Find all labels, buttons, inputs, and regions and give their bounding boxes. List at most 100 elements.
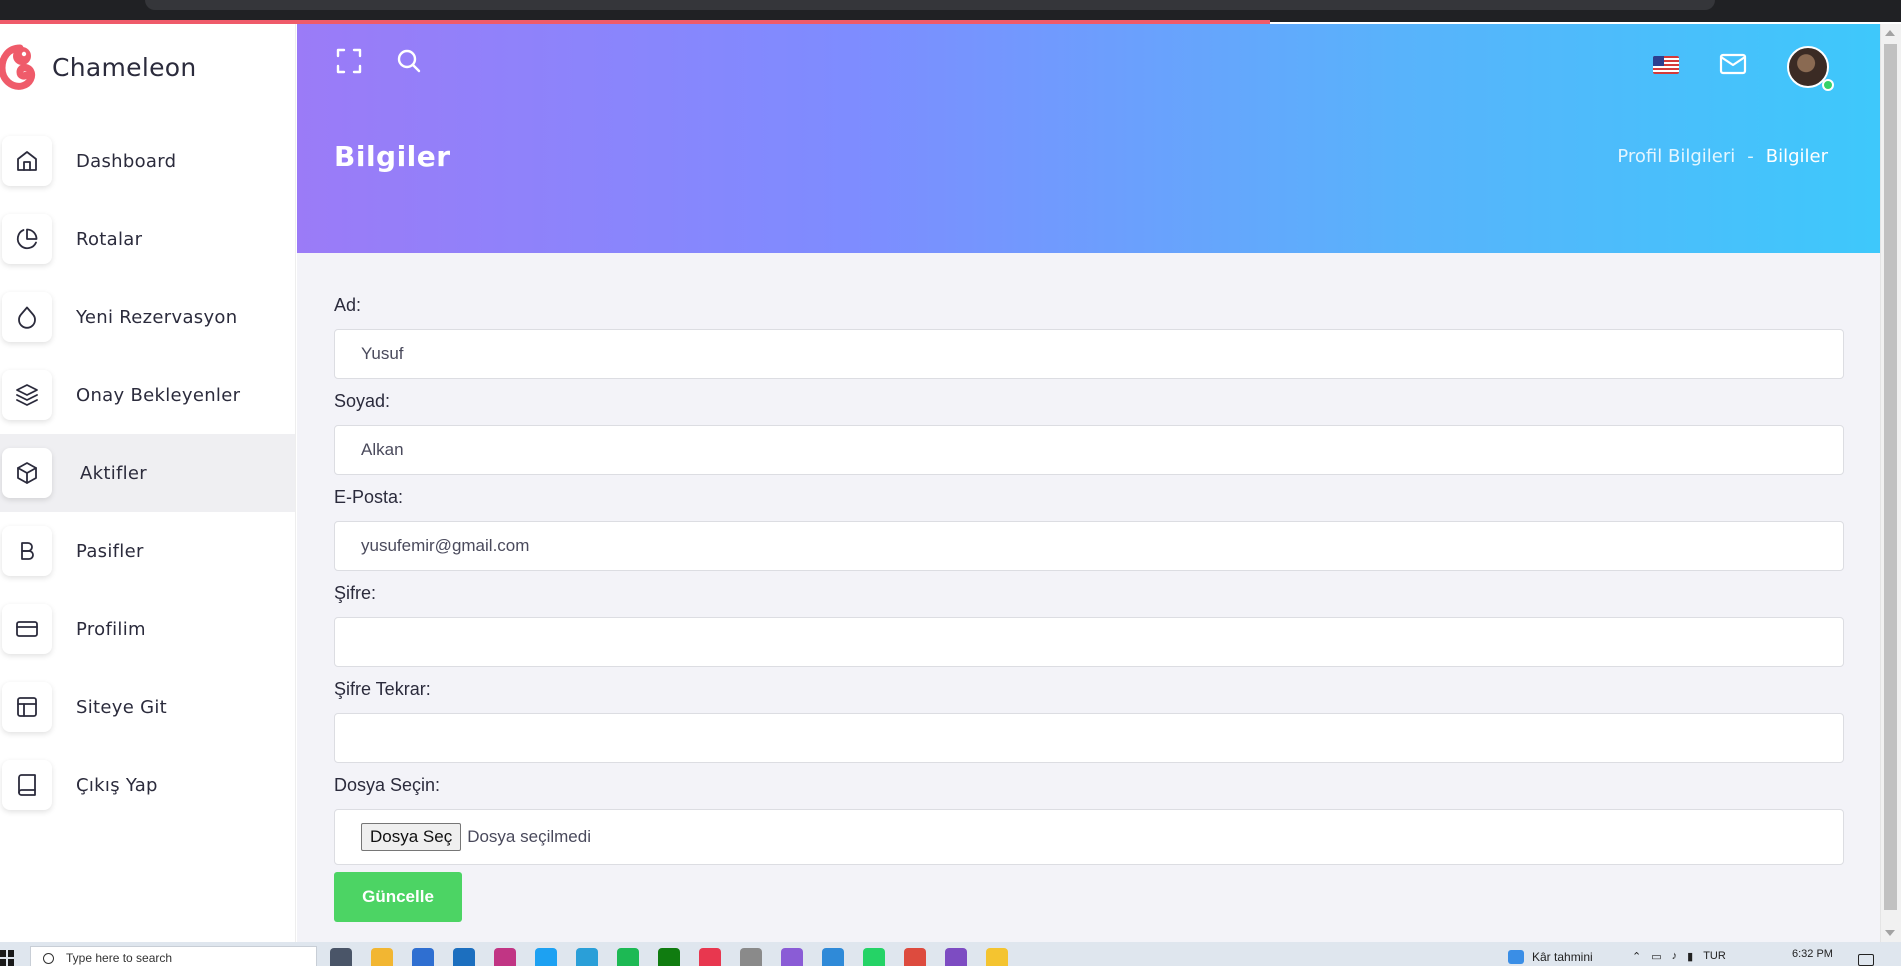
search-icon xyxy=(397,49,421,73)
battery-icon[interactable]: ▮ xyxy=(1687,950,1693,963)
taskbar-search-placeholder: Type here to search xyxy=(66,951,173,965)
email-label: E-Posta: xyxy=(334,487,404,507)
search-button[interactable] xyxy=(394,46,424,76)
task-view-icon[interactable] xyxy=(330,948,352,966)
sidebar-item-siteye-git[interactable]: Siteye Git xyxy=(0,668,295,746)
twitter-icon[interactable] xyxy=(535,948,557,966)
breadcrumb: Profil Bilgileri - Bilgiler xyxy=(1617,146,1828,167)
profile-form: Ad: Soyad: E-Posta: Şifre: Şifre Tekrar:… xyxy=(297,253,1880,942)
snipping-tool-icon[interactable] xyxy=(740,948,762,966)
weather-text: Kâr tahmini xyxy=(1532,950,1593,964)
search-icon xyxy=(43,952,54,964)
email-input[interactable] xyxy=(334,521,1844,571)
windows-start-icon[interactable] xyxy=(0,950,14,966)
mail-button[interactable] xyxy=(1719,52,1747,76)
notification-icon[interactable] xyxy=(1858,954,1874,966)
chameleon-logo-icon xyxy=(0,44,36,90)
sidebar-item-cikis-yap[interactable]: Çıkış Yap xyxy=(0,746,295,824)
sidebar-item-label: Profilim xyxy=(76,618,146,640)
sidebar-item-aktifler[interactable]: Aktifler xyxy=(0,434,295,512)
book-icon xyxy=(18,774,36,796)
password-repeat-label: Şifre Tekrar: xyxy=(334,679,431,699)
mail-icon xyxy=(1719,53,1747,75)
browser-chrome xyxy=(0,0,1901,22)
update-button[interactable]: Güncelle xyxy=(334,872,462,922)
password-input[interactable] xyxy=(334,617,1844,667)
whatsapp-icon[interactable] xyxy=(863,948,885,966)
sidebar-item-label: Çıkış Yap xyxy=(76,774,158,796)
sidebar-item-dashboard[interactable]: Dashboard xyxy=(0,122,295,200)
droplet-icon xyxy=(18,306,36,329)
sidebar-item-label: Pasifler xyxy=(76,540,144,562)
sidebar-item-label: Aktifler xyxy=(80,462,148,484)
credit-card-icon xyxy=(16,621,38,637)
outlook-icon[interactable] xyxy=(453,948,475,966)
last-name-input[interactable] xyxy=(334,425,1844,475)
last-name-label: Soyad: xyxy=(334,391,391,411)
breadcrumb-separator: - xyxy=(1747,146,1754,167)
folder-icon[interactable] xyxy=(986,948,1008,966)
file-explorer-icon[interactable] xyxy=(371,948,393,966)
first-name-input[interactable] xyxy=(334,329,1844,379)
breadcrumb-parent[interactable]: Profil Bilgileri xyxy=(1617,146,1735,167)
telegram-icon[interactable] xyxy=(576,948,598,966)
language-indicator[interactable]: TUR xyxy=(1703,950,1726,963)
brand[interactable]: Chameleon xyxy=(0,42,197,92)
scrollbar-thumb[interactable] xyxy=(1884,44,1897,910)
layout-icon xyxy=(17,697,37,717)
chrome-icon[interactable] xyxy=(904,948,926,966)
pie-chart-icon xyxy=(16,228,38,250)
sidebar-item-rotalar[interactable]: Rotalar xyxy=(0,200,295,278)
address-bar[interactable] xyxy=(145,0,1715,10)
opera-icon[interactable] xyxy=(699,948,721,966)
visual-studio-2-icon[interactable] xyxy=(945,948,967,966)
weather-icon xyxy=(1508,950,1524,964)
visual-studio-icon[interactable] xyxy=(781,948,803,966)
instagram-icon[interactable] xyxy=(494,948,516,966)
scroll-up-arrow-icon[interactable] xyxy=(1885,30,1895,36)
layers-icon xyxy=(16,384,38,406)
online-status-dot xyxy=(1822,79,1834,91)
sidebar-item-label: Onay Bekleyenler xyxy=(76,384,241,406)
tray-chevron-icon[interactable]: ⌃ xyxy=(1632,950,1641,963)
volume-icon[interactable]: ♪ xyxy=(1672,950,1678,963)
page-header: Bilgiler Profil Bilgileri - Bilgiler xyxy=(297,24,1880,253)
sidebar-item-pasifler[interactable]: Pasifler xyxy=(0,512,295,590)
network-icon[interactable]: ▭ xyxy=(1651,950,1661,963)
fullscreen-button[interactable] xyxy=(334,46,364,76)
taskbar-weather[interactable]: Kâr tahmini xyxy=(1508,950,1593,964)
first-name-label: Ad: xyxy=(334,295,362,315)
sidebar-nav: Dashboard Rotalar Yeni Rezervasyon Onay … xyxy=(0,122,295,824)
scroll-down-arrow-icon[interactable] xyxy=(1885,930,1895,936)
taskbar-search[interactable]: Type here to search xyxy=(30,946,317,966)
xbox-icon[interactable] xyxy=(658,948,680,966)
file-status-text: Dosya seçilmedi xyxy=(467,827,591,846)
sidebar-item-label: Yeni Rezervasyon xyxy=(76,306,238,328)
file-label: Dosya Seçin: xyxy=(334,775,441,795)
spotify-icon[interactable] xyxy=(617,948,639,966)
sidebar-item-label: Rotalar xyxy=(76,228,143,250)
page-title: Bilgiler xyxy=(334,140,451,173)
file-input: Dosya Seç Dosya seçilmedi xyxy=(334,809,1844,865)
store-icon[interactable] xyxy=(412,948,434,966)
vscode-icon[interactable] xyxy=(822,948,844,966)
taskbar-clock[interactable]: 6:32 PM xyxy=(1792,948,1833,960)
fullscreen-icon xyxy=(336,48,362,74)
home-icon xyxy=(17,151,37,171)
breadcrumb-current: Bilgiler xyxy=(1765,146,1828,167)
sidebar: Chameleon Dashboard Rotalar Yeni Rezerva… xyxy=(0,24,296,942)
bold-icon xyxy=(21,542,34,560)
sidebar-item-yeni-rezervasyon[interactable]: Yeni Rezervasyon xyxy=(0,278,295,356)
box-icon xyxy=(17,462,37,484)
sidebar-item-profilim[interactable]: Profilim xyxy=(0,590,295,668)
choose-file-button[interactable]: Dosya Seç xyxy=(361,823,462,851)
system-tray: ⌃ ▭ ♪ ▮ TUR xyxy=(1632,950,1726,963)
sidebar-item-onay-bekleyenler[interactable]: Onay Bekleyenler xyxy=(0,356,295,434)
windows-taskbar: Type here to search Kâr tahmini ⌃ ▭ ♪ ▮ … xyxy=(0,942,1901,966)
taskbar-apps xyxy=(330,948,1008,966)
us-flag-icon[interactable] xyxy=(1653,56,1679,74)
password-label: Şifre: xyxy=(334,583,377,603)
brand-name: Chameleon xyxy=(52,52,197,82)
password-repeat-input[interactable] xyxy=(334,713,1844,763)
sidebar-item-label: Siteye Git xyxy=(76,696,168,718)
